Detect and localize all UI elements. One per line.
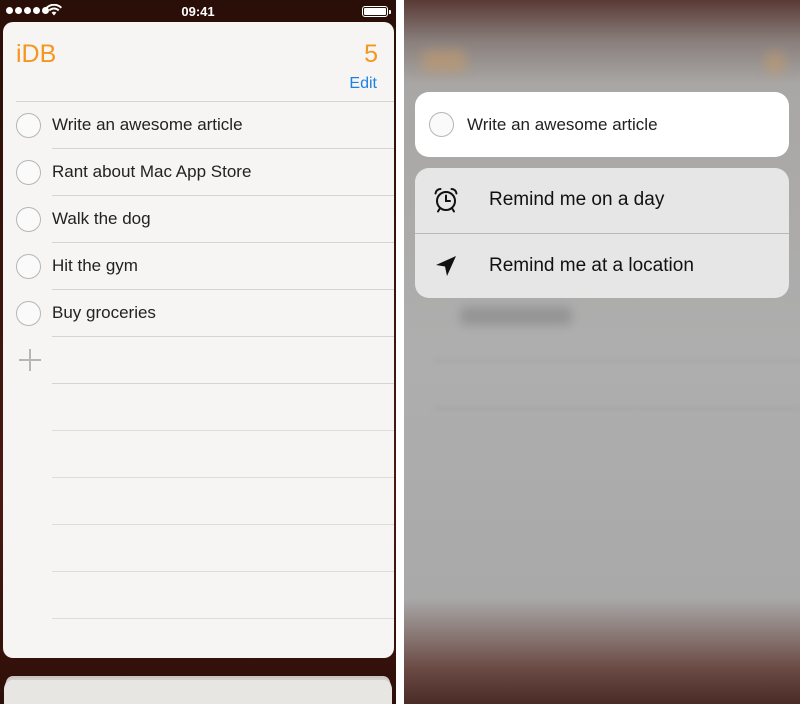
completion-checkbox[interactable] (16, 254, 41, 279)
reminder-label[interactable]: Rant about Mac App Store (52, 162, 251, 182)
list-count: 5 (364, 40, 378, 68)
reminder-label[interactable]: Hit the gym (52, 256, 138, 276)
action-label: Remind me at a location (489, 255, 694, 276)
reminder-rows: Write an awesome article Rant about Mac … (3, 102, 394, 658)
peek-reminder-label: Write an awesome article (467, 115, 658, 134)
status-time: 09:41 (181, 4, 215, 19)
list-title: iDB (16, 40, 57, 68)
remind-on-day-action[interactable]: Remind me on a day (415, 168, 789, 233)
blurred-list-title (422, 50, 466, 72)
action-label: Remind me on a day (489, 189, 665, 210)
stacked-lists[interactable] (4, 680, 392, 704)
reminder-row[interactable]: Write an awesome article (3, 102, 394, 149)
completion-checkbox[interactable] (16, 113, 41, 138)
reminders-list-card: iDB 5 Edit Write an awesome article Rant… (3, 22, 394, 658)
empty-row[interactable] (3, 619, 394, 658)
add-reminder-row[interactable] (3, 337, 394, 384)
reminder-label[interactable]: Walk the dog (52, 209, 151, 229)
completion-checkbox[interactable] (16, 207, 41, 232)
reminders-screen: 09:41 iDB 5 Edit Write an awesome articl… (0, 0, 396, 704)
peek-screen: Write an awesome article Remind me on a … (404, 0, 800, 704)
plus-icon[interactable] (19, 349, 41, 371)
blurred-divider (434, 408, 800, 409)
reminder-row[interactable]: Hit the gym (3, 243, 394, 290)
blurred-list-count (766, 52, 784, 74)
screen-divider (396, 0, 404, 704)
completion-checkbox[interactable] (429, 112, 454, 137)
blurred-reminder (460, 307, 572, 325)
empty-row[interactable] (3, 384, 394, 431)
location-arrow-icon (436, 256, 456, 276)
completion-checkbox[interactable] (16, 160, 41, 185)
completion-checkbox[interactable] (16, 301, 41, 326)
blurred-divider (434, 360, 800, 361)
edit-button[interactable]: Edit (349, 75, 377, 93)
battery-icon (362, 6, 391, 17)
alarm-clock-icon (434, 187, 458, 213)
empty-row[interactable] (3, 431, 394, 478)
empty-row[interactable] (3, 478, 394, 525)
reminder-row[interactable]: Buy groceries (3, 290, 394, 337)
reminder-row[interactable]: Walk the dog (3, 196, 394, 243)
empty-row[interactable] (3, 525, 394, 572)
reminder-row[interactable]: Rant about Mac App Store (3, 149, 394, 196)
empty-row[interactable] (3, 572, 394, 619)
remind-at-location-action[interactable]: Remind me at a location (415, 233, 789, 298)
quick-actions-menu: Remind me on a day Remind me at a locati… (415, 168, 789, 298)
reminder-label[interactable]: Write an awesome article (52, 115, 243, 135)
peek-reminder-card[interactable]: Write an awesome article (415, 92, 789, 157)
reminder-label[interactable]: Buy groceries (52, 303, 156, 323)
status-bar: 09:41 (0, 0, 396, 22)
